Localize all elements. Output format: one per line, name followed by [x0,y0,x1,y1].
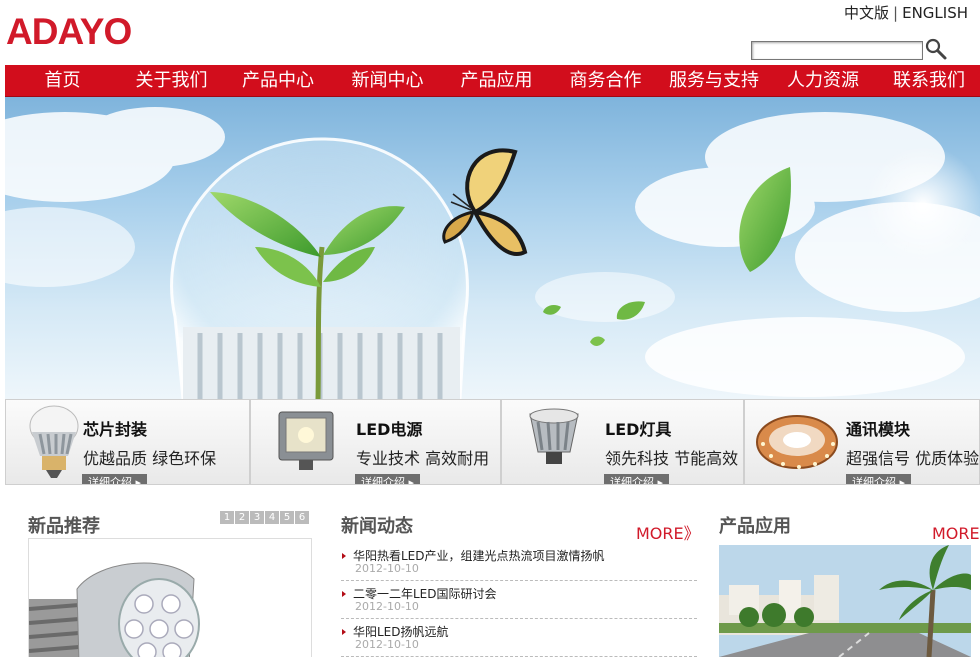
category-strip: 芯片封装 优越品质 绿色环保 详细介绍 ▸ LED电源 专业技术 高效耐用 详细… [5,399,980,485]
nav-item-hr[interactable]: 人力资源 [768,65,878,96]
search-icon [925,38,947,60]
pager-page-4[interactable]: 4 [265,511,279,524]
nav-item-products[interactable]: 产品中心 [223,65,333,96]
logo[interactable]: ADAYO [6,10,132,54]
news-section-title: 新闻动态 [341,516,413,537]
pager-page-6[interactable]: 6 [295,511,309,524]
new-product-image[interactable] [28,538,312,657]
nav-item-contact[interactable]: 联系我们 [878,65,980,96]
nav-item-news[interactable]: 新闻中心 [333,65,442,96]
news-date: 2012-10-10 [355,638,419,651]
category-more-label: 详细介绍 [361,476,405,485]
lang-chinese-link[interactable]: 中文版 [844,4,889,22]
category-card-power[interactable]: LED电源 专业技术 高效耐用 详细介绍 ▸ [250,399,501,485]
bullet-arrow-icon [342,553,346,559]
category-title: 通讯模块 [846,420,911,439]
news-date: 2012-10-10 [355,562,419,575]
news-more-link[interactable]: MORE》 [636,520,700,544]
news-list: 华阳热看LED产业，组建光点热流项目激情扬帆 2012-10-10 二零一二年L… [341,543,697,657]
category-subtitle: 领先科技 节能高效 [605,449,739,468]
search-button[interactable] [924,37,948,61]
bullet-arrow-icon [342,591,346,597]
floodlight-icon [273,404,341,478]
search-input[interactable] [751,41,923,60]
category-more-label: 详细介绍 [852,476,896,485]
category-more-button[interactable]: 详细介绍 ▸ [846,474,912,485]
new-products-title: 新品推荐 [28,516,100,537]
news-item[interactable]: 二零一二年LED国际研讨会 2012-10-10 [341,581,697,619]
news-item[interactable]: 华阳LED扬帆远航 2012-10-10 [341,619,697,657]
spotlight-product-icon [29,562,200,657]
lang-separator: | [893,4,899,22]
applications-section-title: 产品应用 [719,516,791,537]
category-subtitle: 优越品质 绿色环保 [83,449,217,468]
hero-banner[interactable] [5,97,980,399]
category-more-label: 详细介绍 [610,476,654,485]
main-nav: 首页 关于我们 产品中心 新闻中心 产品应用 商务合作 服务与支持 人力资源 联… [5,65,980,97]
pager-page-5[interactable]: 5 [280,511,294,524]
category-title: 芯片封装 [83,420,148,439]
pager-page-1[interactable]: 1 [220,511,234,524]
nav-item-business[interactable]: 商务合作 [551,65,660,96]
category-card-module[interactable]: 通讯模块 超强信号 优质体验 详细介绍 ▸ [744,399,980,485]
news-item[interactable]: 华阳热看LED产业，组建光点热流项目激情扬帆 2012-10-10 [341,543,697,581]
news-date: 2012-10-10 [355,600,419,613]
street-scene-image [719,545,971,657]
nav-item-about[interactable]: 关于我们 [120,65,223,96]
lang-english-link[interactable]: ENGLISH [902,4,968,22]
category-title: LED电源 [356,420,423,439]
category-title: LED灯具 [605,420,672,439]
spotlight-icon [520,404,590,478]
page: { "header": { "logo_text": "ADAYO", "lan… [0,0,980,657]
banner-illustration [5,107,980,399]
category-card-chip[interactable]: 芯片封装 优越品质 绿色环保 详细介绍 ▸ [5,399,250,485]
language-switcher: 中文版 | ENGLISH [844,2,968,23]
nav-item-service[interactable]: 服务与支持 [660,65,768,96]
nav-item-home[interactable]: 首页 [5,65,120,96]
led-bulb-icon [24,404,84,484]
nav-item-applications[interactable]: 产品应用 [442,65,551,96]
pager-page-2[interactable]: 2 [235,511,249,524]
search-box [751,37,949,63]
application-image[interactable] [719,545,971,657]
new-products-pager: 1 2 3 4 5 6 [220,511,309,524]
applications-more-link[interactable]: MORE》 [932,520,980,544]
category-more-button[interactable]: 详细介绍 ▸ [355,474,421,485]
pager-page-3[interactable]: 3 [250,511,264,524]
led-strip-icon [751,404,843,480]
category-more-label: 详细介绍 [88,476,132,485]
category-subtitle: 超强信号 优质体验 [846,449,980,468]
category-more-button[interactable]: 详细介绍 ▸ [604,474,670,485]
bullet-arrow-icon [342,629,346,635]
category-card-lamp[interactable]: LED灯具 领先科技 节能高效 详细介绍 ▸ [501,399,744,485]
category-subtitle: 专业技术 高效耐用 [356,449,490,468]
category-more-button[interactable]: 详细介绍 ▸ [82,474,148,485]
